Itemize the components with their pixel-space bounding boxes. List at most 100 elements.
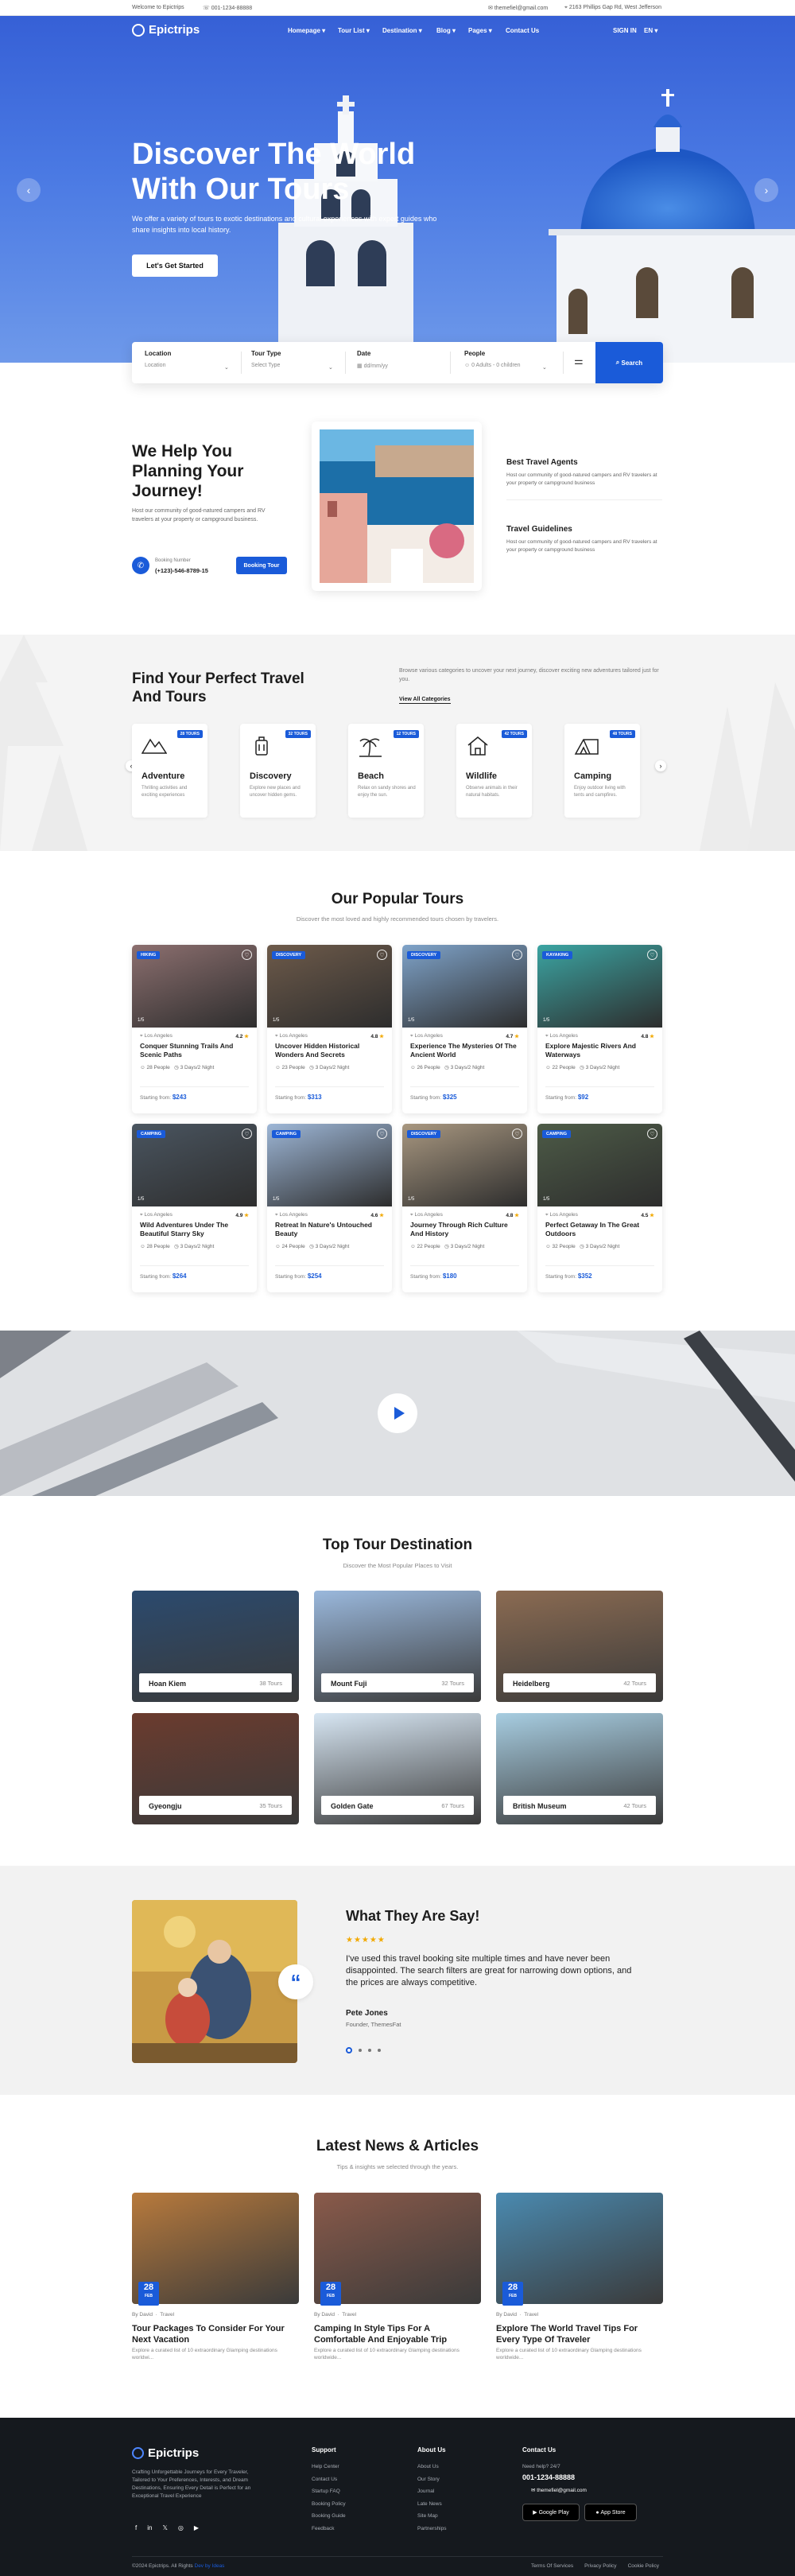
tour-card[interactable]: CAMPING ♡ 1/5 ⌖ Los Angeles 4.6 ★ Retreat In … — [267, 1124, 392, 1292]
footer-logo[interactable]: Epictrips — [132, 2446, 199, 2460]
slider-dot[interactable] — [378, 2049, 381, 2052]
heart-icon[interactable]: ♡ — [242, 950, 252, 960]
nav-blog[interactable]: Blog ▾ — [436, 27, 456, 34]
logo[interactable]: Epictrips — [132, 23, 200, 37]
slider-dot[interactable] — [368, 2049, 371, 2052]
tour-tag[interactable]: KAYAKING — [542, 951, 573, 959]
destination-card[interactable]: Heidelberg 42 Tours — [496, 1591, 663, 1702]
tour-card[interactable]: CAMPING ♡ 1/5 ⌖ Los Angeles 4.5 ★ Perfect Get… — [537, 1124, 662, 1292]
news-title[interactable]: Explore The World Travel Tips For Every … — [496, 2323, 659, 2345]
app-store-badge[interactable]: ● App Store — [584, 2504, 637, 2521]
tour-title[interactable]: Journey Through Rich Culture And History — [410, 1221, 520, 1238]
footer-link[interactable]: Booking Guide — [312, 2510, 346, 2523]
nav-destination[interactable]: Destination ▾ — [382, 27, 422, 34]
destination-card[interactable]: Mount Fuji 32 Tours — [314, 1591, 481, 1702]
play-video-button[interactable] — [378, 1393, 417, 1433]
footer-link[interactable]: Help Center — [312, 2461, 346, 2473]
footer-link[interactable]: About Us — [417, 2461, 447, 2473]
tour-tag[interactable]: DISCOVERY — [407, 1130, 441, 1138]
news-title[interactable]: Camping In Style Tips For A Comfortable … — [314, 2323, 477, 2345]
category-card-beach[interactable]: 12 TOURS Beach Relax on sandy shores and… — [348, 724, 424, 818]
heart-icon[interactable]: ♡ — [377, 950, 387, 960]
tour-title[interactable]: Uncover Hidden Historical Wonders And Se… — [275, 1042, 385, 1059]
footer-link[interactable]: Journal — [417, 2485, 447, 2498]
footer-link[interactable]: Site Map — [417, 2510, 447, 2523]
tour-card[interactable]: DISCOVERY ♡ 1/5 ⌖ Los Angeles 4.8 ★ Uncover H… — [267, 945, 392, 1113]
tour-type-field[interactable]: Tour Type Select Type — [251, 350, 281, 368]
booking-tour-button[interactable]: Booking Tour — [236, 557, 287, 574]
categories-next[interactable]: › — [655, 760, 666, 771]
tour-title[interactable]: Retreat In Nature's Untouched Beauty — [275, 1221, 385, 1238]
footer-link[interactable]: Startup FAQ — [312, 2485, 346, 2498]
news-title[interactable]: Tour Packages To Consider For Your Next … — [132, 2323, 295, 2345]
instagram-icon[interactable]: ◎ — [178, 2524, 184, 2531]
hero-next-arrow[interactable]: › — [754, 178, 778, 202]
destination-card[interactable]: Hoan Kiem 38 Tours — [132, 1591, 299, 1702]
footer-phone[interactable]: 001-1234-88888 — [522, 2473, 575, 2481]
footer-link[interactable]: Late News — [417, 2498, 447, 2511]
footer-link[interactable]: Feedback — [312, 2523, 346, 2535]
search-button[interactable]: ⌕ Search — [595, 342, 663, 383]
x-icon[interactable]: 𝕏 — [162, 2524, 167, 2531]
people-field[interactable]: People ☺ 0 Adults - 0 children — [464, 350, 521, 368]
tour-title[interactable]: Experience The Mysteries Of The Ancient … — [410, 1042, 520, 1059]
tour-tag[interactable]: HIKING — [137, 951, 161, 959]
tour-card[interactable]: DISCOVERY ♡ 1/5 ⌖ Los Angeles 4.8 ★ Journey T… — [402, 1124, 527, 1292]
heart-icon[interactable]: ♡ — [512, 1129, 522, 1139]
destination-card[interactable]: Golden Gate 67 Tours — [314, 1713, 481, 1824]
slider-dot-active[interactable] — [346, 2047, 352, 2053]
linkedin-icon[interactable]: in — [147, 2524, 152, 2531]
tour-tag[interactable]: CAMPING — [272, 1130, 301, 1138]
heart-icon[interactable]: ♡ — [377, 1129, 387, 1139]
category-card-camping[interactable]: 48 TOURS Camping Enjoy outdoor living wi… — [564, 724, 640, 818]
tour-tag[interactable]: CAMPING — [542, 1130, 571, 1138]
cookie-link[interactable]: Cookie Policy — [628, 2562, 659, 2570]
footer-link[interactable]: Contact Us — [312, 2473, 346, 2486]
slider-dot[interactable] — [359, 2049, 362, 2052]
footer-link[interactable]: Booking Policy — [312, 2498, 346, 2511]
heart-icon[interactable]: ♡ — [512, 950, 522, 960]
copyright-link[interactable]: Dev by Ideas — [195, 2563, 225, 2569]
booking-number[interactable]: (+123)-546-8789-15 — [155, 567, 208, 574]
filter-sliders-icon[interactable]: ⚌ — [574, 355, 584, 367]
destination-card[interactable]: British Museum 42 Tours — [496, 1713, 663, 1824]
tour-card[interactable]: KAYAKING ♡ 1/5 ⌖ Los Angeles 4.8 ★ Explore Ma… — [537, 945, 662, 1113]
destination-name[interactable]: Golden Gate — [331, 1802, 374, 1810]
youtube-icon[interactable]: ▶ — [194, 2524, 199, 2531]
heart-icon[interactable]: ♡ — [647, 1129, 657, 1139]
top-phone[interactable]: ☏ 001-1234-88888 — [203, 5, 252, 11]
hero-prev-arrow[interactable]: ‹ — [17, 178, 41, 202]
footer-link[interactable]: Partnerships — [417, 2523, 447, 2535]
sign-in-link[interactable]: SIGN IN — [613, 27, 637, 34]
destination-name[interactable]: Gyeongju — [149, 1802, 182, 1810]
footer-email[interactable]: ✉ themefiel@gmail.com — [531, 2485, 587, 2497]
destination-name[interactable]: British Museum — [513, 1802, 567, 1810]
nav-contact[interactable]: Contact Us — [506, 27, 539, 34]
tour-card[interactable]: DISCOVERY ♡ 1/5 ⌖ Los Angeles 4.7 ★ Experienc… — [402, 945, 527, 1113]
tour-tag[interactable]: DISCOVERY — [407, 951, 441, 959]
tour-card[interactable]: CAMPING ♡ 1/5 ⌖ Los Angeles 4.9 ★ Wild Advent… — [132, 1124, 257, 1292]
location-field[interactable]: Location Location — [145, 350, 171, 368]
category-card-wildlife[interactable]: 42 TOURS Wildlife Observe animals in the… — [456, 724, 532, 818]
top-email[interactable]: ✉ themefiel@gmail.com — [488, 5, 548, 11]
category-card-discovery[interactable]: 32 TOURS Discovery Explore new places an… — [240, 724, 316, 818]
destination-card[interactable]: Gyeongju 35 Tours — [132, 1713, 299, 1824]
heart-icon[interactable]: ♡ — [242, 1129, 252, 1139]
nav-tour-list[interactable]: Tour List ▾ — [338, 27, 370, 34]
tour-tag[interactable]: CAMPING — [137, 1130, 165, 1138]
terms-link[interactable]: Terms Of Services — [531, 2562, 573, 2570]
destination-name[interactable]: Mount Fuji — [331, 1680, 366, 1688]
destination-name[interactable]: Hoan Kiem — [149, 1680, 186, 1688]
tour-title[interactable]: Explore Majestic Rivers And Waterways — [545, 1042, 655, 1059]
tour-title[interactable]: Perfect Getaway In The Great Outdoors — [545, 1221, 655, 1238]
language-select[interactable]: EN ▾ — [644, 27, 657, 34]
heart-icon[interactable]: ♡ — [647, 950, 657, 960]
date-field[interactable]: Date ▦ dd/mm/yy — [357, 350, 388, 369]
footer-link[interactable]: Our Story — [417, 2473, 447, 2486]
tour-title[interactable]: Conquer Stunning Trails And Scenic Paths — [140, 1042, 250, 1059]
tour-tag[interactable]: DISCOVERY — [272, 951, 306, 959]
get-started-button[interactable]: Let's Get Started — [132, 254, 218, 277]
category-card-adventure[interactable]: 28 TOURS Adventure Thrilling activities … — [132, 724, 207, 818]
nav-pages[interactable]: Pages ▾ — [468, 27, 492, 34]
view-all-categories-link[interactable]: View All Categories — [399, 697, 451, 704]
